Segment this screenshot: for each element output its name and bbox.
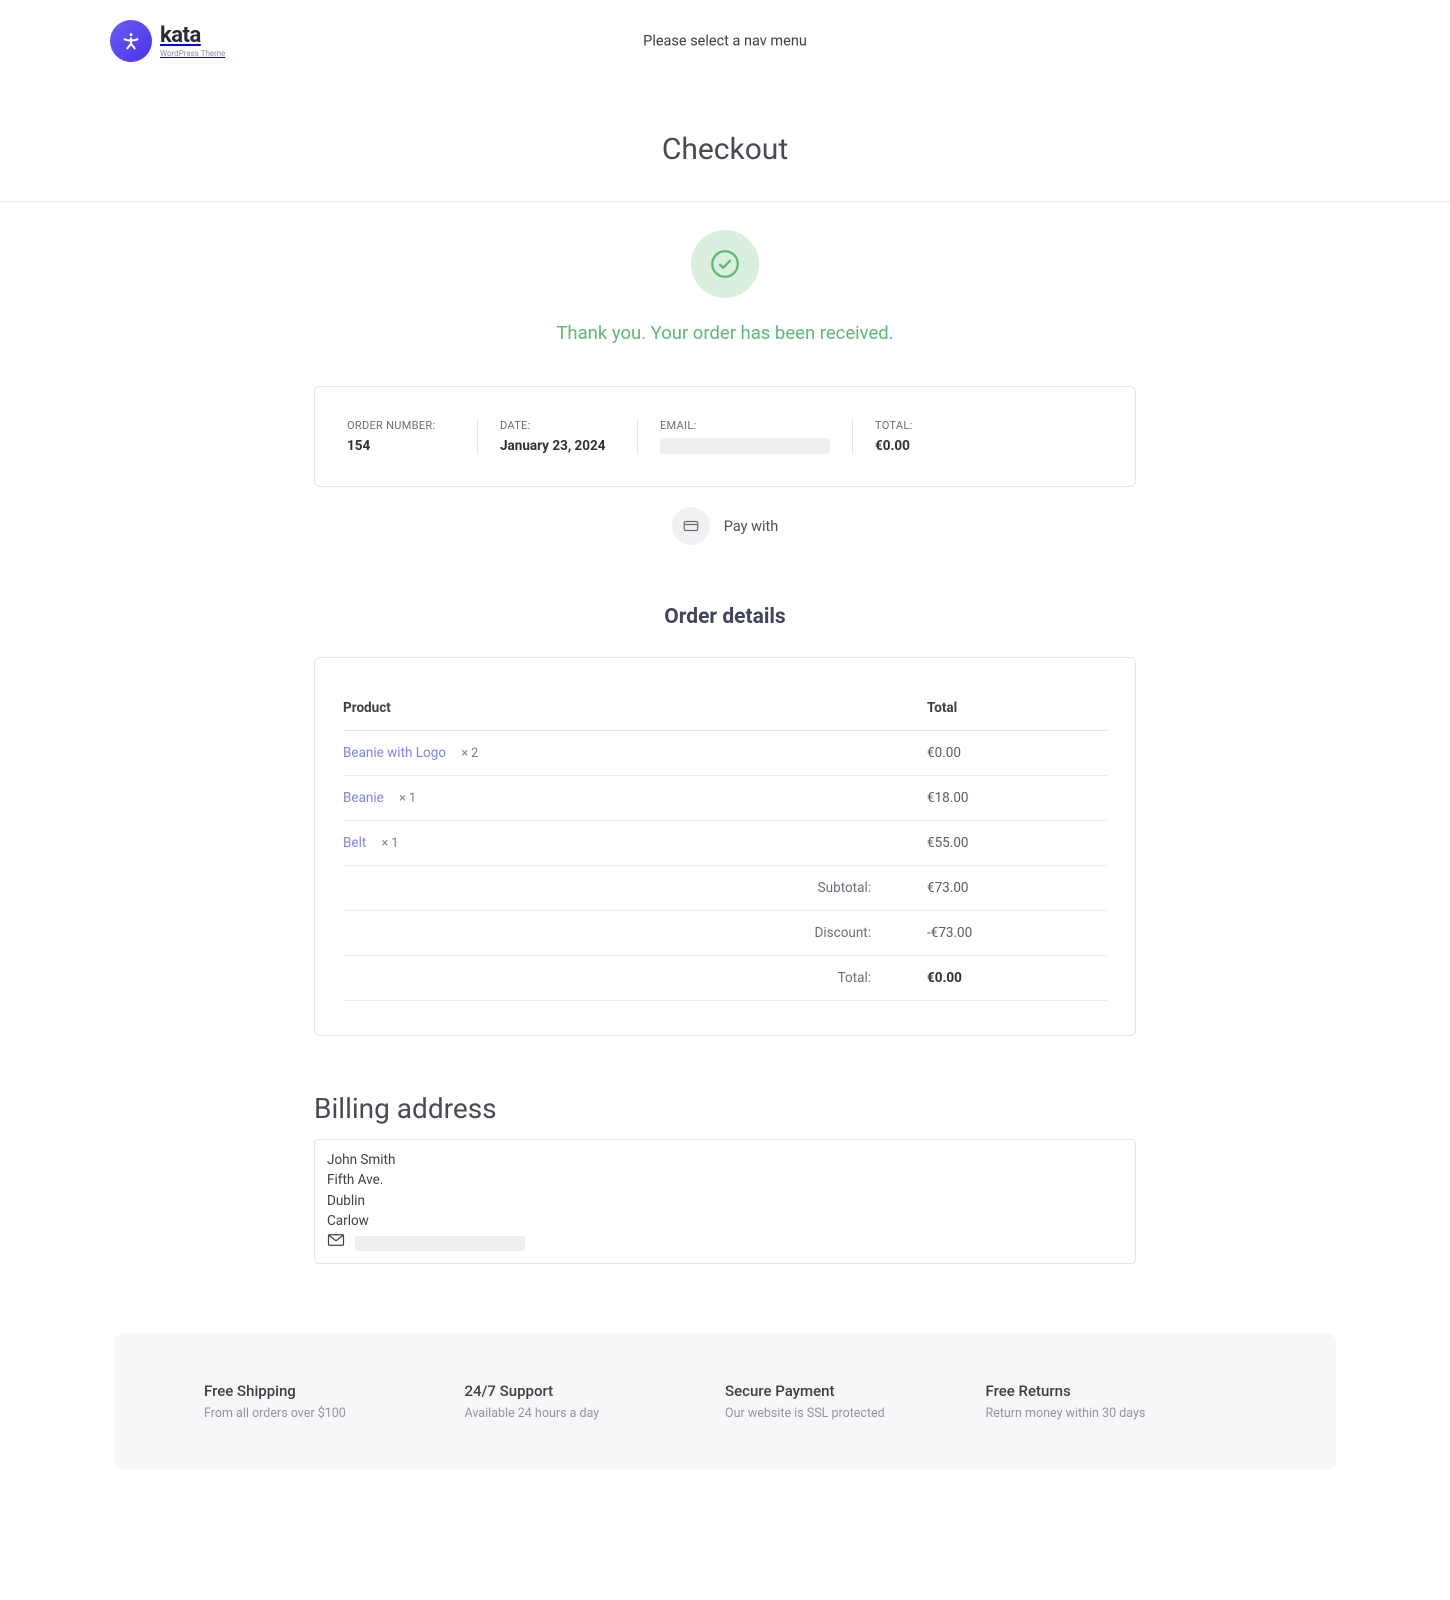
payment-method-row: Pay with: [314, 507, 1136, 545]
logo-name: kata: [160, 25, 225, 47]
order-details-table: Product Total Beanie with Logo × 2 €0.00…: [343, 686, 1107, 1001]
product-line-total: €18.00: [927, 776, 1107, 821]
logo-icon: [110, 20, 152, 62]
product-link[interactable]: Belt: [343, 835, 366, 851]
success-icon-wrap: [314, 230, 1136, 298]
billing-city: Dublin: [327, 1191, 1123, 1211]
page-title: Checkout: [0, 132, 1450, 167]
feature-title: 24/7 Support: [465, 1382, 726, 1400]
subtotal-value: €73.00: [927, 866, 1107, 911]
billing-region: Carlow: [327, 1211, 1123, 1231]
col-product-header: Product: [343, 686, 927, 731]
feature-item: 24/7 Support Available 24 hours a day: [465, 1382, 726, 1421]
success-check-icon: [691, 230, 759, 298]
table-row: Beanie with Logo × 2 €0.00: [343, 731, 1107, 776]
order-number-label: ORDER NUMBER:: [347, 419, 455, 432]
order-details-heading: Order details: [314, 605, 1136, 629]
feature-item: Free Returns Return money within 30 days: [986, 1382, 1247, 1421]
order-date-label: DATE:: [500, 419, 615, 432]
grand-total-label: Total:: [343, 956, 927, 1001]
billing-name: John Smith: [327, 1150, 1123, 1170]
product-line-total: €0.00: [927, 731, 1107, 776]
feature-title: Secure Payment: [725, 1382, 986, 1400]
feature-title: Free Returns: [986, 1382, 1247, 1400]
product-qty: × 2: [461, 746, 478, 761]
site-logo-link[interactable]: kata WordPress Theme: [110, 20, 225, 62]
grand-total-value: €0.00: [927, 956, 1107, 1001]
billing-address-box: John Smith Fifth Ave. Dublin Carlow: [314, 1139, 1136, 1264]
envelope-icon: [327, 1233, 345, 1253]
site-header: kata WordPress Theme Please select a nav…: [0, 0, 1450, 82]
product-link[interactable]: Beanie: [343, 790, 384, 806]
table-row: Beanie × 1 €18.00: [343, 776, 1107, 821]
product-link[interactable]: Beanie with Logo: [343, 745, 446, 761]
feature-item: Secure Payment Our website is SSL protec…: [725, 1382, 986, 1421]
subtotal-label: Subtotal:: [343, 866, 927, 911]
credit-card-icon: [672, 507, 710, 545]
discount-label: Discount:: [343, 911, 927, 956]
feature-subtitle: Our website is SSL protected: [725, 1406, 986, 1421]
product-line-total: €55.00: [927, 821, 1107, 866]
table-row: Belt × 1 €55.00: [343, 821, 1107, 866]
billing-address-heading: Billing address: [314, 1092, 1136, 1125]
feature-subtitle: Return money within 30 days: [986, 1406, 1247, 1421]
order-total-value: €0.00: [875, 438, 913, 454]
logo-text: kata WordPress Theme: [160, 25, 225, 58]
main-content: Thank you. Your order has been received.…: [314, 202, 1136, 1334]
feature-title: Free Shipping: [204, 1382, 465, 1400]
thank-you-message: Thank you. Your order has been received.: [314, 322, 1136, 344]
feature-subtitle: From all orders over $100: [204, 1406, 465, 1421]
billing-line1: Fifth Ave.: [327, 1170, 1123, 1190]
discount-value: -€73.00: [927, 911, 1107, 956]
feature-item: Free Shipping From all orders over $100: [204, 1382, 465, 1421]
order-details-box: Product Total Beanie with Logo × 2 €0.00…: [314, 657, 1136, 1036]
order-date-value: January 23, 2024: [500, 438, 615, 454]
order-number-value: 154: [347, 438, 455, 454]
feature-subtitle: Available 24 hours a day: [465, 1406, 726, 1421]
product-qty: × 1: [399, 791, 416, 806]
order-total-label: TOTAL:: [875, 419, 913, 432]
pay-with-label: Pay with: [724, 518, 778, 535]
order-overview: ORDER NUMBER: 154 DATE: January 23, 2024…: [314, 386, 1136, 487]
nav-placeholder-message: Please select a nav menu: [643, 33, 807, 50]
features-band: Free Shipping From all orders over $100 …: [114, 1334, 1336, 1469]
order-email-redacted: [660, 438, 830, 454]
billing-email-redacted: [355, 1236, 525, 1251]
col-total-header: Total: [927, 686, 1107, 731]
order-email-label: EMAIL:: [660, 419, 830, 432]
logo-subtitle: WordPress Theme: [160, 50, 225, 58]
product-qty: × 1: [382, 836, 399, 851]
